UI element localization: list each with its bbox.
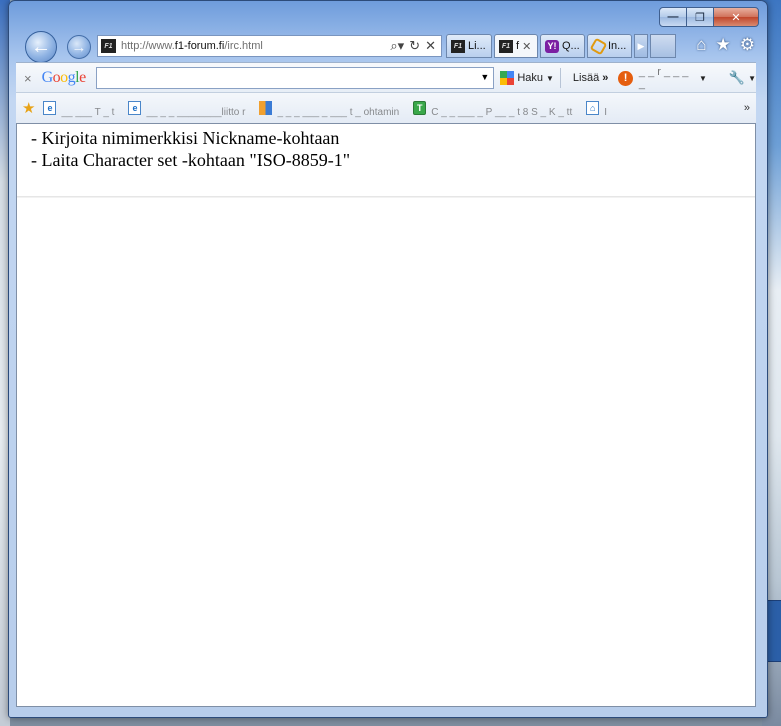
tab-label: Q... <box>562 40 580 52</box>
bookmark-icon <box>259 101 273 115</box>
more-button[interactable]: Lisää » <box>573 72 608 84</box>
favorite-link-5[interactable]: ⌂ I <box>586 101 608 118</box>
refresh-icon[interactable]: ↻ <box>409 38 420 54</box>
command-icons: ⌂ ★ ⚙ <box>696 35 755 55</box>
tab-close-icon[interactable]: ✕ <box>522 40 531 53</box>
instruction-text: - Kirjoita nimimerkkisi Nickname-kohtaan… <box>17 124 755 171</box>
navigation-row: ← → F1 http://www.f1-forum.fi/irc.html ⌕… <box>17 31 759 63</box>
wrench-icon[interactable]: 🔧 <box>729 70 745 86</box>
favorite-link-2[interactable]: e __ _ _ ________liitto r <box>128 101 246 118</box>
tab-label: In... <box>608 40 627 52</box>
alert-icon[interactable]: ! <box>618 70 633 86</box>
close-button[interactable]: ✕ <box>713 7 759 27</box>
tab-strip: F1 Li... F1 f ✕ Y! Q... In... ▶ <box>446 34 676 59</box>
tab-4[interactable]: In... <box>587 34 632 58</box>
stop-icon[interactable]: ✕ <box>425 38 436 54</box>
chevron-down-icon[interactable]: ▼ <box>748 74 756 83</box>
favorite-label: C _ _ ___ _ P __ _ t 8 S _ K _ tt <box>431 106 573 118</box>
google-search-button[interactable]: Haku ▼ <box>500 71 554 85</box>
toolbar-close-icon[interactable]: × <box>24 71 32 86</box>
favorite-label: __ _ _ ________liitto r <box>146 106 246 118</box>
tab-label: f <box>516 40 520 52</box>
favorite-link-4[interactable]: T C _ _ ___ _ P __ _ t 8 S _ K _ tt <box>413 101 573 118</box>
arrow-left-icon: ← <box>31 35 51 58</box>
forward-button[interactable]: → <box>67 35 91 59</box>
site-favicon: F1 <box>101 39 116 53</box>
t-site-icon: T <box>413 101 427 115</box>
google-g-icon <box>500 71 515 85</box>
new-tab-button[interactable] <box>650 34 676 58</box>
favorite-link-1[interactable]: e __ ___ T _ t <box>43 101 115 118</box>
favorites-bar: ★ e __ ___ T _ t e __ _ _ ________liitto… <box>16 92 756 124</box>
double-chevron-icon: » <box>602 72 609 84</box>
ie-page-icon: e <box>128 101 142 115</box>
url-path: /irc.html <box>224 40 263 52</box>
address-bar[interactable]: F1 http://www.f1-forum.fi/irc.html ⌕▾ ↻ … <box>97 35 442 57</box>
home-page-icon: ⌂ <box>586 101 600 115</box>
minimize-button[interactable]: — <box>659 7 687 27</box>
chevron-down-icon[interactable]: ▼ <box>480 72 489 82</box>
favorite-link-3[interactable]: _ _ _ ___ _ ___ t _ ohtamin <box>259 101 400 118</box>
frame-divider <box>17 196 755 198</box>
url-domain: f1-forum.fi <box>174 40 225 52</box>
instruction-line-2: - Laita Character set -kohtaan "ISO-8859… <box>31 150 351 170</box>
maximize-button[interactable]: ❐ <box>686 7 714 27</box>
toolbar-separator <box>559 68 561 88</box>
google-logo: Google <box>41 69 87 86</box>
back-button[interactable]: ← <box>25 31 57 63</box>
chevron-down-icon: ▼ <box>546 73 554 83</box>
favorites-star-icon[interactable]: ★ <box>716 35 731 55</box>
desktop-icon-fragment <box>767 600 781 662</box>
window-controls: — ❐ ✕ <box>659 7 759 27</box>
url-prefix: http://www. <box>121 40 175 52</box>
favorites-star-icon[interactable]: ★ <box>22 99 35 117</box>
google-search-input[interactable]: ▼ <box>95 67 495 89</box>
more-label: Lisää <box>572 72 600 84</box>
f1-favicon: F1 <box>499 39 513 53</box>
url-text[interactable]: http://www.f1-forum.fi/irc.html <box>121 40 390 52</box>
instruction-line-1: - Kirjoita nimimerkkisi Nickname-kohtaan <box>31 128 340 148</box>
favorite-label: I <box>604 106 608 118</box>
tab-1[interactable]: F1 Li... <box>446 34 492 58</box>
page-content: - Kirjoita nimimerkkisi Nickname-kohtaan… <box>16 123 756 707</box>
tab-3[interactable]: Y! Q... <box>540 34 585 58</box>
yahoo-favicon: Y! <box>545 39 559 53</box>
chevron-down-icon[interactable]: ▼ <box>699 74 707 83</box>
f1-favicon: F1 <box>451 39 465 53</box>
home-icon[interactable]: ⌂ <box>696 35 706 55</box>
gear-icon[interactable]: ⚙ <box>740 35 755 55</box>
tab-label: Li... <box>468 40 486 52</box>
favorite-label: _ _ _ ___ _ ___ t _ ohtamin <box>277 106 400 118</box>
search-button-label: Haku <box>517 72 543 84</box>
tab-2-active[interactable]: F1 f ✕ <box>494 34 538 58</box>
account-label[interactable]: _ _ r _ _ _ _ <box>639 66 696 90</box>
favorite-label: __ ___ T _ t <box>61 106 115 118</box>
hexagon-favicon <box>589 37 608 55</box>
tab-scroll-right-button[interactable]: ▶ <box>634 34 648 58</box>
arrow-right-icon: → <box>71 38 87 56</box>
search-icon[interactable]: ⌕▾ <box>390 38 404 54</box>
google-toolbar: × Google ▼ Haku ▼ Lisää » ! _ _ r _ _ _ … <box>16 62 756 93</box>
favorites-overflow-chevron-icon[interactable]: » <box>744 102 750 114</box>
ie-page-icon: e <box>43 101 57 115</box>
